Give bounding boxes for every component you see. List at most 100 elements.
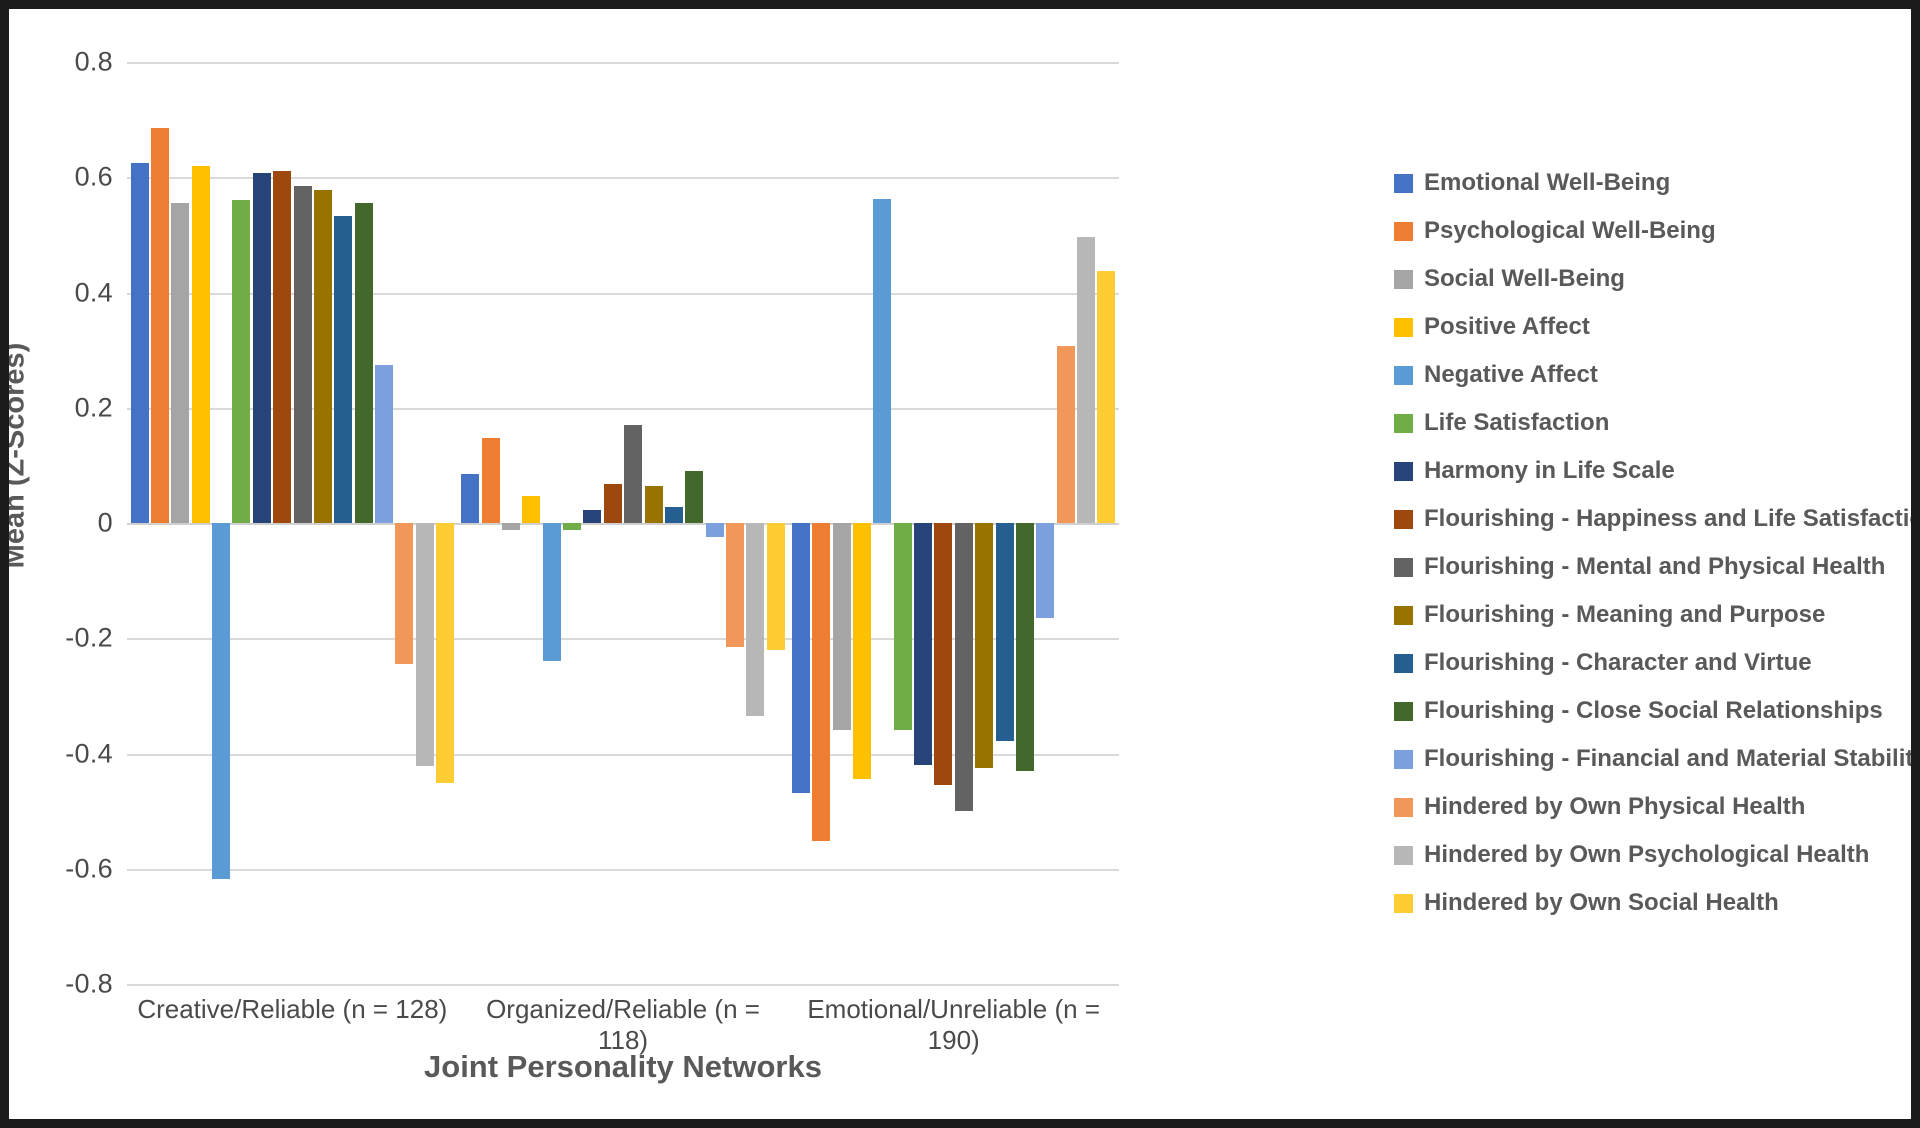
bar[interactable] — [191, 165, 210, 523]
bar-slot — [832, 62, 851, 984]
bar[interactable] — [354, 203, 373, 523]
bar[interactable] — [1056, 346, 1075, 523]
legend-item[interactable]: Psychological Well-Being — [1394, 207, 1904, 255]
legend-item[interactable]: Flourishing - Mental and Physical Health — [1394, 543, 1904, 591]
bar[interactable] — [375, 364, 394, 523]
plot-area: Mean (Z-Scores) 0.8 0.6 0.4 0.2 0 -0.2 -0.4 -0.… — [0, 9, 1389, 1084]
bar[interactable] — [1097, 270, 1116, 523]
bar-slot — [191, 62, 210, 984]
legend-item[interactable]: Flourishing - Meaning and Purpose — [1394, 591, 1904, 639]
bar-slot — [461, 62, 480, 984]
bar[interactable] — [726, 523, 745, 647]
bar-slot — [583, 62, 602, 984]
bar[interactable] — [852, 523, 871, 780]
x-axis-tick-label: Organized/Reliable (n = 118) — [486, 994, 760, 1055]
bar[interactable] — [664, 506, 683, 523]
bar[interactable] — [644, 485, 663, 523]
legend-item-label: Psychological Well-Being — [1424, 217, 1716, 244]
y-axis-tick-label: 0.4 — [74, 277, 113, 307]
bar[interactable] — [542, 523, 561, 662]
bar[interactable] — [914, 523, 933, 766]
legend-item-label: Harmony in Life Scale — [1424, 457, 1675, 484]
bar[interactable] — [232, 200, 251, 523]
legend-swatch-icon — [1394, 173, 1413, 193]
bar-slot — [293, 62, 312, 984]
bar[interactable] — [252, 172, 271, 523]
bar[interactable] — [522, 495, 541, 523]
bar[interactable] — [313, 189, 332, 523]
bar[interactable] — [766, 523, 785, 650]
bar[interactable] — [212, 523, 231, 880]
legend-item[interactable]: Emotional Well-Being — [1394, 159, 1904, 207]
legend-item[interactable]: Positive Affect — [1394, 303, 1904, 351]
bar-slot — [415, 62, 434, 984]
bar-slot — [746, 62, 765, 984]
bar[interactable] — [685, 471, 704, 523]
bar[interactable] — [130, 162, 149, 523]
bar-slot — [252, 62, 271, 984]
bar[interactable] — [334, 215, 353, 523]
legend-item[interactable]: Hindered by Own Physical Health — [1394, 783, 1904, 831]
bar-slot — [914, 62, 933, 984]
bar-group — [127, 62, 458, 984]
bar[interactable] — [934, 523, 953, 786]
bar-slot — [995, 62, 1014, 984]
bar[interactable] — [705, 523, 724, 538]
bar[interactable] — [893, 523, 912, 731]
bar-slot — [705, 62, 724, 984]
bar[interactable] — [171, 202, 190, 523]
legend-item[interactable]: Social Well-Being — [1394, 255, 1904, 303]
bar[interactable] — [293, 185, 312, 523]
bar[interactable] — [583, 510, 602, 523]
legend-item[interactable]: Hindered by Own Psychological Health — [1394, 831, 1904, 879]
bar-slot — [791, 62, 810, 984]
bar[interactable] — [1015, 523, 1034, 771]
legend-item-label: Flourishing - Financial and Material Sta… — [1424, 745, 1920, 772]
legend-item[interactable]: Flourishing - Happiness and Life Satisfa… — [1394, 495, 1920, 543]
bar-slot — [726, 62, 745, 984]
legend-item[interactable]: Flourishing - Financial and Material Sta… — [1394, 735, 1920, 783]
bar[interactable] — [975, 523, 994, 768]
bar[interactable] — [746, 523, 765, 717]
bar[interactable] — [150, 128, 169, 523]
bar[interactable] — [791, 523, 810, 793]
y-axis-tick-label: -0.6 — [65, 853, 113, 884]
bar-slot — [273, 62, 292, 984]
legend-item[interactable]: Negative Affect — [1394, 351, 1904, 399]
bar[interactable] — [461, 474, 480, 523]
bar[interactable] — [812, 523, 831, 842]
bar-group-bars — [458, 62, 789, 984]
bar-slot — [1015, 62, 1034, 984]
bar[interactable] — [415, 523, 434, 767]
bar-group — [788, 62, 1119, 984]
legend-item[interactable]: Flourishing - Close Social Relationships — [1394, 687, 1904, 735]
bar[interactable] — [624, 425, 643, 523]
bar-slot — [1056, 62, 1075, 984]
bar[interactable] — [1036, 523, 1055, 619]
bar[interactable] — [873, 199, 892, 523]
bar[interactable] — [501, 523, 520, 530]
bar[interactable] — [436, 523, 455, 784]
legend-item[interactable]: Flourishing - Character and Virtue — [1394, 639, 1904, 687]
bar[interactable] — [832, 523, 851, 731]
bar[interactable] — [1077, 236, 1096, 523]
y-axis-ticks: 0.8 0.6 0.4 0.2 0 -0.2 -0.4 -0.6 -0.8 — [9, 47, 113, 999]
y-axis-tick-label: 0.6 — [74, 161, 113, 192]
bar[interactable] — [395, 523, 414, 665]
bar-slot — [171, 62, 190, 984]
legend-item[interactable]: Harmony in Life Scale — [1394, 447, 1904, 495]
bar-slot — [812, 62, 831, 984]
bar[interactable] — [481, 437, 500, 523]
bar[interactable] — [273, 171, 292, 523]
legend-item[interactable]: Hindered by Own Social Health — [1394, 879, 1904, 927]
legend-swatch-icon — [1394, 653, 1413, 673]
legend-item[interactable]: Life Satisfaction — [1394, 399, 1904, 447]
legend-item-label: Hindered by Own Physical Health — [1424, 793, 1806, 820]
bar[interactable] — [954, 523, 973, 812]
bar[interactable] — [995, 523, 1014, 741]
legend-item-label: Negative Affect — [1424, 361, 1598, 388]
bar[interactable] — [563, 523, 582, 530]
legend-item-label: Flourishing - Close Social Relationships — [1424, 697, 1883, 724]
bar[interactable] — [603, 483, 622, 523]
bar-slot — [644, 62, 663, 984]
